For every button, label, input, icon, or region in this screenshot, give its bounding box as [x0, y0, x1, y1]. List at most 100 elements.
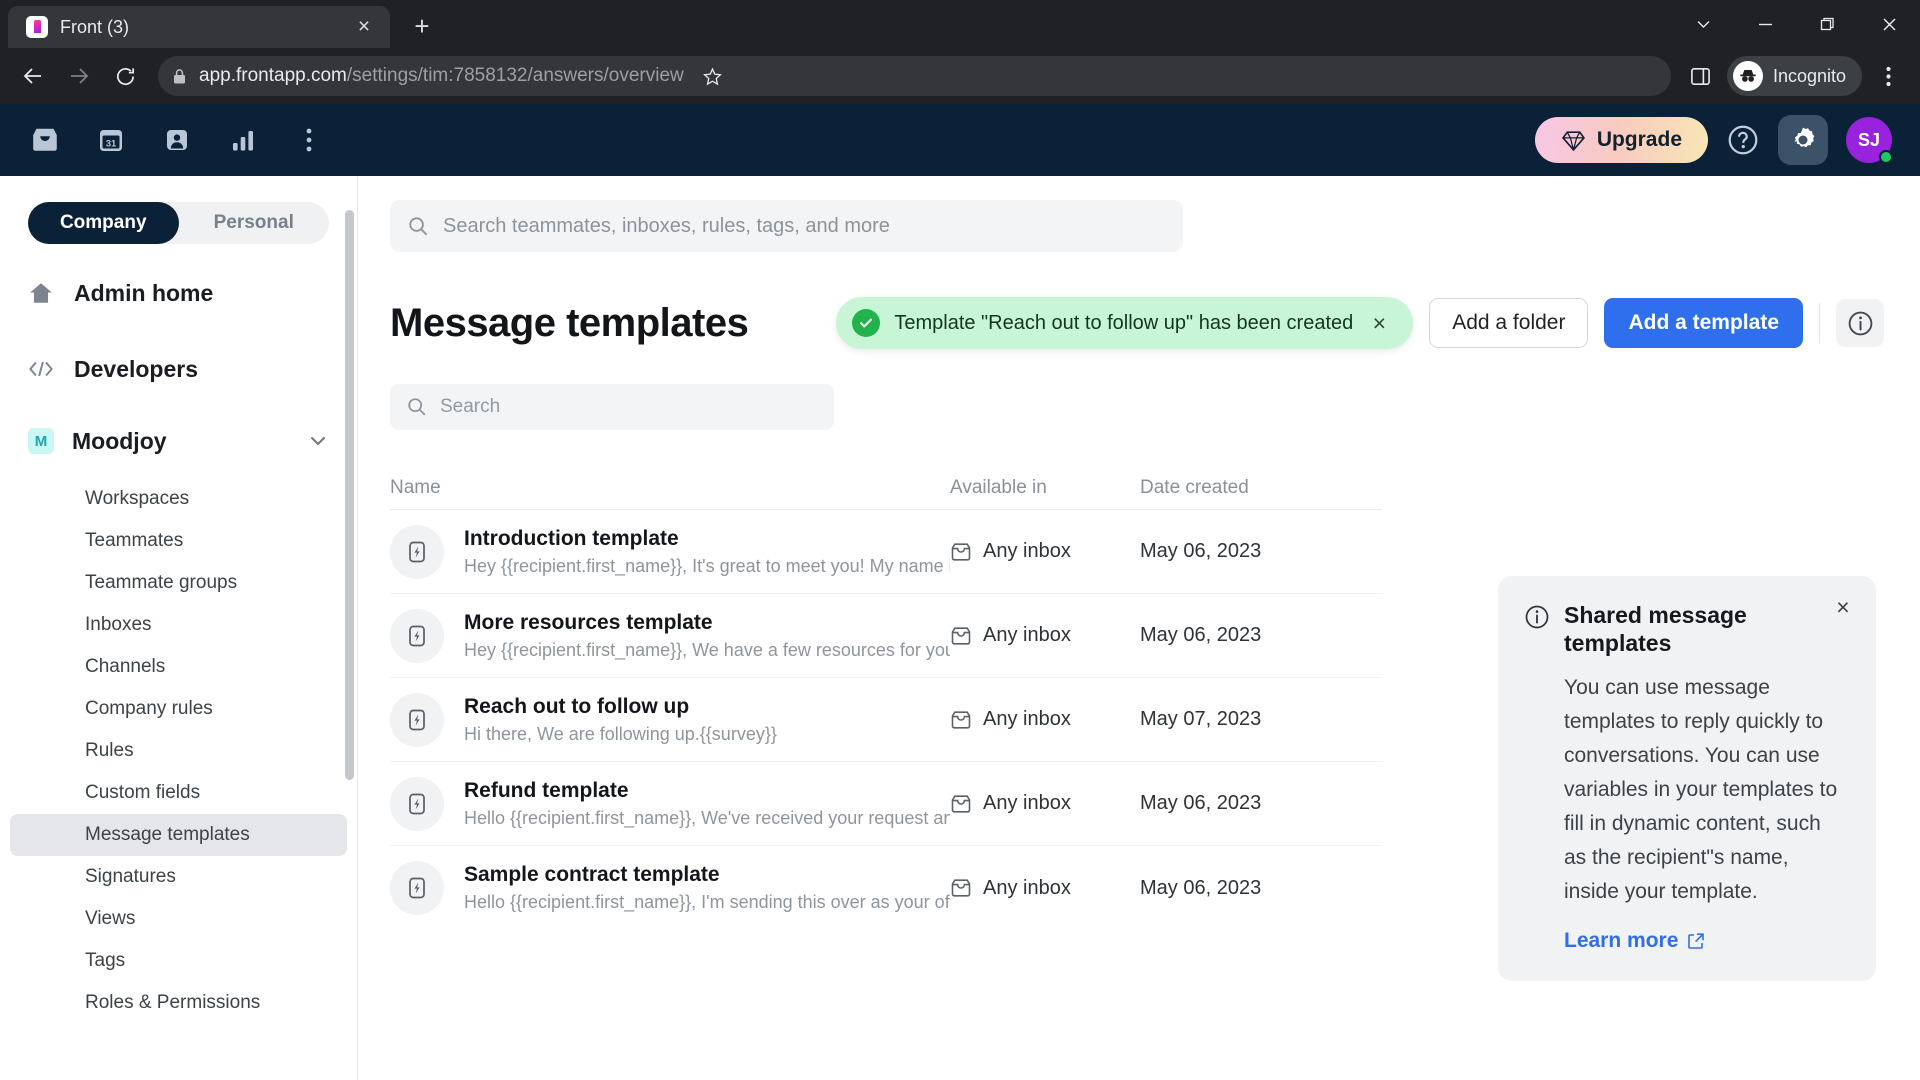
- side-panel-icon[interactable]: [1681, 56, 1721, 96]
- info-circle-icon[interactable]: [1836, 299, 1884, 347]
- cell-available-in: Any inbox: [950, 540, 1140, 563]
- incognito-indicator[interactable]: Incognito: [1726, 56, 1862, 96]
- toast-message: Template "Reach out to follow up" has be…: [894, 311, 1354, 334]
- avatar-initials: SJ: [1857, 129, 1881, 150]
- inbox-icon: [950, 541, 972, 563]
- close-icon[interactable]: ×: [1367, 310, 1391, 337]
- cell-available-in: Any inbox: [950, 792, 1140, 815]
- incognito-label: Incognito: [1772, 65, 1846, 86]
- sidebar-item-roles-permissions[interactable]: Roles & Permissions: [10, 982, 347, 1024]
- sidebar-item-custom-fields[interactable]: Custom fields: [10, 772, 347, 814]
- gear-icon[interactable]: [1778, 115, 1828, 165]
- new-tab-button[interactable]: +: [402, 6, 442, 46]
- forward-arrow-icon[interactable]: [58, 55, 100, 97]
- table-search-wrap: Search: [358, 384, 1920, 430]
- contacts-icon[interactable]: [160, 123, 194, 157]
- sidebar-item-inboxes[interactable]: Inboxes: [10, 604, 347, 646]
- close-icon[interactable]: [1858, 0, 1920, 48]
- browser-toolbar: app.frontapp.com/settings/tim:7858132/an…: [0, 48, 1920, 104]
- sidebar-item-label: Developers: [74, 355, 199, 382]
- template-name: Sample contract template: [464, 863, 720, 886]
- search-icon: [408, 216, 429, 237]
- sidebar-item-channels[interactable]: Channels: [10, 646, 347, 688]
- search-input[interactable]: Search teammates, inboxes, rules, tags, …: [390, 200, 1183, 252]
- sidebar-item-teammates[interactable]: Teammates: [10, 520, 347, 562]
- divider: [1819, 303, 1820, 343]
- add-folder-button[interactable]: Add a folder: [1429, 298, 1589, 348]
- template-name: Reach out to follow up: [464, 694, 690, 718]
- table-row[interactable]: Reach out to follow up Hi there, We are …: [390, 678, 1382, 762]
- table-row[interactable]: More resources template Hey {{recipient.…: [390, 594, 1382, 678]
- cell-available-in: Any inbox: [950, 624, 1140, 647]
- upgrade-button[interactable]: Upgrade: [1534, 117, 1708, 163]
- star-icon[interactable]: [696, 66, 730, 87]
- cell-name: Introduction template Hey {{recipient.fi…: [390, 524, 950, 579]
- minimize-icon[interactable]: [1734, 0, 1796, 48]
- column-header-available-in: Available in: [950, 476, 1047, 498]
- inbox-icon[interactable]: [28, 123, 62, 157]
- close-icon[interactable]: ×: [1832, 594, 1854, 620]
- sidebar-item-teammate-groups[interactable]: Teammate groups: [10, 562, 347, 604]
- sidebar-item-signatures[interactable]: Signatures: [10, 856, 347, 898]
- lightning-template-icon: [390, 776, 444, 831]
- sidebar-item-developers[interactable]: Developers: [0, 342, 357, 396]
- window-controls: [1672, 0, 1920, 48]
- calendar-icon[interactable]: 31: [94, 123, 128, 157]
- template-preview: Hello {{recipient.first_name}}, We've re…: [464, 807, 950, 828]
- sidebar-org-moodjoy[interactable]: M Moodjoy: [0, 414, 357, 468]
- template-name: Introduction template: [464, 526, 679, 550]
- table-row[interactable]: Sample contract template Hello {{recipie…: [390, 846, 1382, 930]
- sidebar-item-message-templates[interactable]: Message templates: [10, 814, 347, 856]
- shared-templates-info-panel: × Shared message templates You can use m…: [1498, 576, 1876, 982]
- template-preview: Hello {{recipient.first_name}}, I'm send…: [464, 892, 950, 912]
- add-template-button[interactable]: Add a template: [1604, 298, 1803, 348]
- template-preview: Hey {{recipient.first_name}}, We have a …: [464, 639, 950, 660]
- cell-date-created: May 06, 2023: [1140, 876, 1262, 899]
- external-link-icon: [1687, 932, 1705, 950]
- lock-icon: [172, 68, 187, 85]
- more-options-icon[interactable]: [292, 123, 326, 157]
- tab-title: Front (3): [60, 16, 130, 37]
- learn-more-link[interactable]: Learn more: [1564, 929, 1848, 953]
- info-panel-title: Shared message templates: [1564, 602, 1747, 656]
- cell-date-created: May 06, 2023: [1140, 540, 1262, 562]
- code-brackets-icon: [28, 359, 54, 379]
- sidebar-item-tags[interactable]: Tags: [10, 940, 347, 982]
- three-dot-menu-icon[interactable]: [1868, 56, 1908, 96]
- sidebar-item-workspaces[interactable]: Workspaces: [10, 478, 347, 520]
- sidebar-item-views[interactable]: Views: [10, 898, 347, 940]
- sidebar-scrollbar-thumb[interactable]: [345, 210, 354, 780]
- status-badge: [1879, 150, 1893, 164]
- tab-personal[interactable]: Personal: [179, 202, 330, 244]
- chevron-down-icon[interactable]: [307, 430, 329, 452]
- app-topbar-right: Upgrade SJ: [1534, 115, 1893, 165]
- omnibox[interactable]: app.frontapp.com/settings/tim:7858132/an…: [158, 56, 1671, 96]
- sidebar-item-admin-home[interactable]: Admin home: [0, 266, 357, 320]
- incognito-hat-icon: [1732, 61, 1763, 91]
- question-mark-icon[interactable]: [1726, 123, 1760, 157]
- available-in-value: Any inbox: [983, 708, 1071, 730]
- page-header: Message templates Template "Reach out to…: [358, 294, 1920, 352]
- restore-icon[interactable]: [1796, 0, 1858, 48]
- sidebar-item-company-rules[interactable]: Company rules: [10, 688, 347, 730]
- template-name: More resources template: [464, 610, 713, 634]
- tab-company[interactable]: Company: [28, 202, 179, 244]
- toast-notification: Template "Reach out to follow up" has be…: [836, 297, 1414, 349]
- back-arrow-icon[interactable]: [12, 55, 54, 97]
- diamond-icon: [1561, 128, 1586, 153]
- reload-icon[interactable]: [104, 55, 146, 97]
- cell-date-created: May 06, 2023: [1140, 624, 1262, 646]
- app-body: Company Personal Admin home Developers M…: [0, 176, 1920, 1080]
- page-header-actions: Add a folder Add a template: [1429, 298, 1884, 348]
- close-icon[interactable]: ×: [350, 13, 378, 41]
- table-row[interactable]: Refund template Hello {{recipient.first_…: [390, 762, 1382, 846]
- sidebar-item-rules[interactable]: Rules: [10, 730, 347, 772]
- template-search-input[interactable]: Search: [390, 384, 834, 430]
- chevron-down-icon[interactable]: [1672, 0, 1734, 48]
- analytics-icon[interactable]: [226, 123, 260, 157]
- learn-more-label: Learn more: [1564, 929, 1679, 953]
- avatar[interactable]: SJ: [1846, 117, 1893, 164]
- lightning-template-icon: [390, 524, 444, 579]
- table-row[interactable]: Introduction template Hey {{recipient.fi…: [390, 510, 1382, 594]
- browser-tab[interactable]: Front (3) ×: [8, 6, 390, 48]
